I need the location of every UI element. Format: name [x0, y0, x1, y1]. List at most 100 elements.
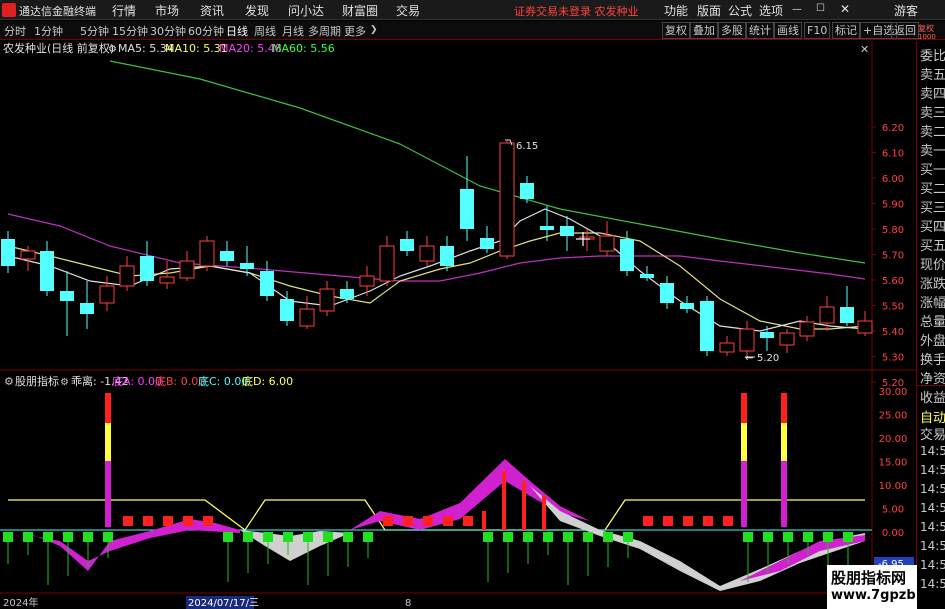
side-label-outer[interactable]: 外盘 [920, 330, 945, 349]
mark-button[interactable]: 标记 [832, 22, 860, 39]
tf-15min[interactable]: 15分钟 [112, 23, 148, 39]
tf-60min[interactable]: 60分钟 [188, 23, 224, 39]
f10-button[interactable]: F10 [804, 22, 831, 39]
indicator-tower-red [105, 393, 111, 423]
adjust-button[interactable]: 复权 [662, 22, 690, 39]
indicator-red-bar [502, 471, 506, 530]
side-label-sell4[interactable]: 卖四 [920, 83, 945, 102]
stats-button[interactable]: 统计 [746, 22, 774, 39]
candle-body [379, 245, 395, 282]
guest-label[interactable]: 游客 [894, 2, 918, 19]
candles [1, 141, 873, 356]
tf-weekly[interactable]: 周线 [254, 23, 276, 39]
indicator-green-square [343, 532, 353, 542]
menu-wealth[interactable]: 财富圈 [342, 2, 378, 19]
side-label-sell5[interactable]: 卖五 [920, 64, 945, 83]
candle-body [299, 308, 315, 327]
candle-body [359, 275, 375, 287]
multistock-button[interactable]: 多股 [718, 22, 746, 39]
candle-body [620, 239, 634, 271]
tf-daily[interactable]: 日线 [226, 23, 248, 39]
menu-news[interactable]: 资讯 [200, 2, 224, 19]
side-label-weibi[interactable]: 委比 [920, 45, 945, 64]
candle-body [857, 320, 873, 334]
more-chevron-icon[interactable]: ❯ [370, 25, 378, 35]
panel-close-icon[interactable]: ✕ [860, 43, 869, 56]
sub-yaxis-tick-label: 20.00 [879, 434, 908, 445]
tf-monthly[interactable]: 月线 [282, 23, 304, 39]
side-label-price[interactable]: 现价 [920, 254, 945, 273]
main-panel-gear-icon[interactable]: ⚙ [108, 44, 117, 55]
side-label-buy4[interactable]: 买四 [920, 216, 945, 235]
sub-panel-gear-icon[interactable]: ⚙ [4, 375, 14, 388]
candle-body [480, 238, 494, 249]
menu-discover[interactable]: 发现 [245, 2, 269, 19]
minimize-icon[interactable]: — [792, 4, 802, 15]
indicator-green-square [783, 532, 793, 542]
candle-body [819, 306, 835, 324]
menu-ask[interactable]: 问小达 [288, 2, 324, 19]
candle-body [280, 299, 294, 321]
indicator-green-square [503, 532, 513, 542]
side-label-buy5[interactable]: 买五 [920, 235, 945, 254]
side-label-earnings[interactable]: 收益 [920, 387, 945, 406]
candle-body [119, 265, 135, 287]
side-label-sell1[interactable]: 卖一 [920, 140, 945, 159]
close-icon[interactable]: ✕ [840, 2, 850, 16]
tf-30min[interactable]: 30分钟 [150, 23, 186, 39]
draw-button[interactable]: 画线 [774, 22, 802, 39]
watermark-title: 股朋指标网 [831, 569, 907, 587]
ma60-label: MA60: 5.56 [272, 42, 335, 55]
indicator-chart [0, 393, 872, 591]
indicator-red-square [723, 516, 733, 526]
indicator-tower-magenta [741, 461, 747, 527]
candle-body [700, 301, 714, 351]
indicator-red-square [143, 516, 153, 526]
yaxis-tick-label: 5.80 [882, 225, 904, 236]
side-label-turnover[interactable]: 换手 [920, 349, 945, 368]
sub-yaxis-tick-label: 15.00 [879, 458, 908, 469]
side-label-pct[interactable]: 涨幅 [920, 292, 945, 311]
tf-5min[interactable]: 5分钟 [80, 23, 109, 39]
tick-time-4: 14:56 [920, 501, 945, 515]
indicator-green-square [843, 532, 853, 542]
candle-body [220, 251, 234, 261]
yaxis-tick-label: 5.50 [882, 302, 904, 313]
login-notice: 证券交易未登录 农发种业 [514, 5, 639, 18]
menu-formula[interactable]: 公式 [728, 2, 752, 19]
maximize-icon[interactable]: ☐ [816, 3, 825, 14]
side-label-buy2[interactable]: 买二 [920, 178, 945, 197]
side-label-sell3[interactable]: 卖三 [920, 102, 945, 121]
menu-trade[interactable]: 交易 [396, 2, 420, 19]
indicator-green-square [303, 532, 313, 542]
ma20-line [7, 213, 866, 282]
indicator-green-square [803, 532, 813, 542]
tf-more[interactable]: 更多 [344, 23, 366, 39]
overlay-button[interactable]: 叠加 [690, 22, 718, 39]
menu-quotes[interactable]: 行情 [112, 2, 136, 19]
yaxis-tick-label: 5.40 [882, 327, 904, 338]
indicator-tower-magenta [781, 461, 787, 527]
side-label-buy3[interactable]: 买三 [920, 197, 945, 216]
candle-body [640, 274, 654, 278]
tf-timeshare[interactable]: 分时 [4, 23, 26, 39]
main-panel-title: 农发种业(日线 前复权) [3, 41, 114, 55]
menu-market[interactable]: 市场 [155, 2, 179, 19]
tf-1min[interactable]: 1分钟 [34, 23, 63, 39]
crosshair-cursor-icon [576, 232, 590, 246]
side-label-volume[interactable]: 总量 [920, 311, 945, 330]
watermark-url: www.7gpzb.com [831, 588, 945, 603]
kline-chart[interactable]: 农发种业(日线 前复权) ⚙ MA5: 5.34 MA10: 5.31 MA20… [0, 41, 916, 609]
side-trade[interactable]: 交易 [920, 424, 945, 443]
side-label-sell2[interactable]: 卖二 [920, 121, 945, 140]
back-button[interactable]: 返回 [891, 22, 919, 39]
tf-multi[interactable]: 多周期 [308, 23, 341, 39]
indicator-gear-icon[interactable]: ⚙ [60, 377, 69, 388]
side-label-change[interactable]: 涨跌 [920, 273, 945, 292]
menu-options[interactable]: 选项 [759, 2, 783, 19]
menu-layout[interactable]: 版面 [697, 2, 721, 19]
indicator-green-square [483, 532, 493, 542]
menu-function[interactable]: 功能 [664, 2, 688, 19]
indicator-tower-red [741, 393, 747, 423]
side-label-buy1[interactable]: 买一 [920, 159, 945, 178]
